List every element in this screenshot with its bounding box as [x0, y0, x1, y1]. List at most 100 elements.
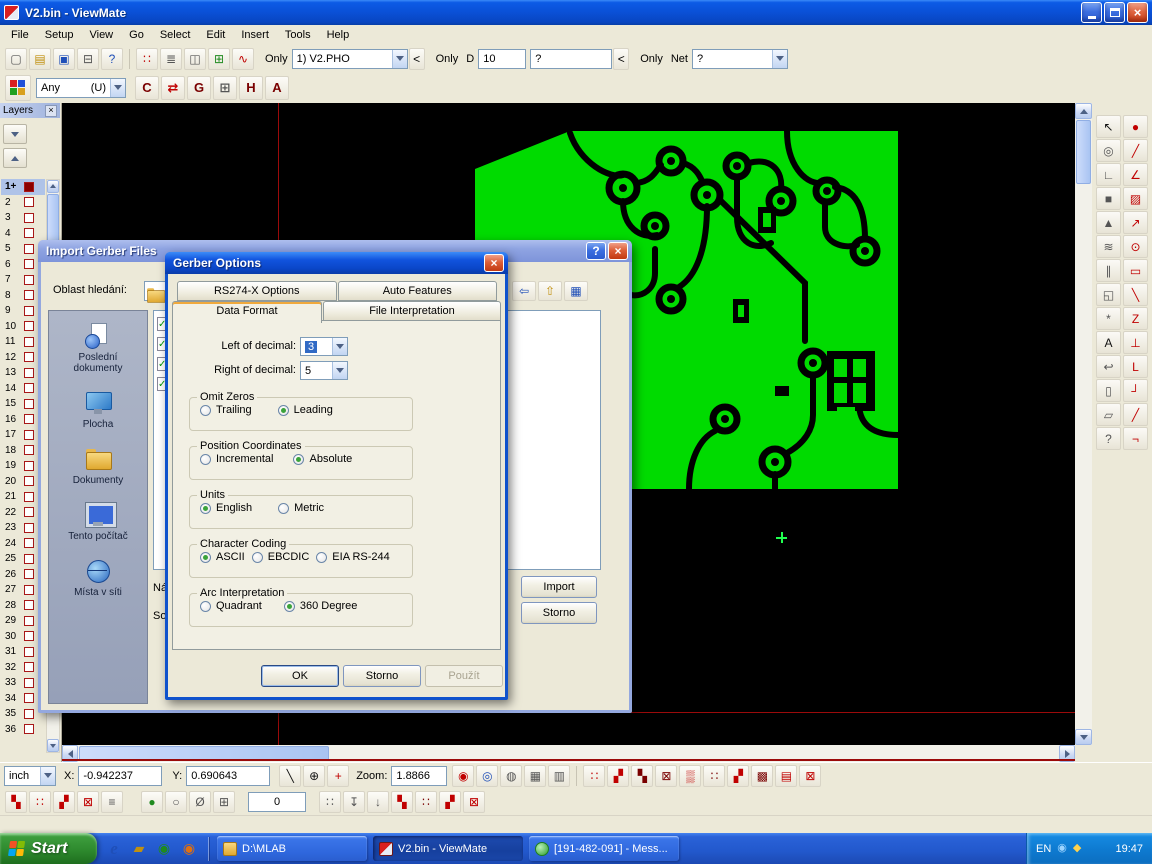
layer-color-swatch[interactable] [24, 507, 34, 517]
firefox-quick-icon[interactable]: ◉ [179, 839, 199, 859]
explorer-quick-icon[interactable]: ◉ [154, 839, 174, 859]
combo-arrow-icon[interactable] [40, 767, 55, 785]
layer-color-swatch[interactable] [24, 678, 34, 688]
layer-color-swatch[interactable] [24, 352, 34, 362]
import-dialog-close-button[interactable]: × [608, 242, 628, 260]
rect-outline-icon[interactable]: ▭ [1123, 259, 1148, 282]
layer-color-swatch[interactable] [24, 182, 34, 192]
radio-option[interactable]: EBCDIC [252, 551, 310, 563]
layers-close-icon[interactable]: × [45, 105, 57, 117]
place-item[interactable]: Tento počítač [68, 502, 127, 542]
layers-scroll-up-icon[interactable] [47, 180, 59, 193]
units-combo[interactable]: inch [4, 766, 56, 786]
grid-a-icon[interactable]: ▦ [524, 765, 546, 787]
pattern-i-icon[interactable]: ⊠ [463, 791, 485, 813]
layer-color-swatch[interactable] [24, 228, 34, 238]
layer-color-swatch[interactable] [24, 290, 34, 300]
mirror-tool-icon[interactable]: ▲ [1096, 211, 1121, 234]
menu-item[interactable]: Tools [277, 26, 319, 44]
menu-item[interactable]: File [3, 26, 37, 44]
radio-option[interactable]: 360 Degree [284, 600, 358, 612]
corner-tool-icon[interactable]: ∟ [1096, 163, 1121, 186]
draw-line-icon[interactable]: ╱ [1123, 139, 1148, 162]
corner-join-icon[interactable]: ┘ [1123, 379, 1148, 402]
layer-color-swatch[interactable] [24, 445, 34, 455]
only-dcode-toggle[interactable]: Only [436, 53, 459, 65]
new-file-icon[interactable]: ▢ [5, 48, 27, 70]
radio-option[interactable]: EIA RS-244 [316, 551, 389, 563]
perpendicular-icon[interactable]: ⊥ [1123, 331, 1148, 354]
open-box-icon[interactable]: ▯ [1096, 379, 1121, 402]
prev-layer-button[interactable]: < [409, 48, 425, 70]
zoom-field[interactable]: 1.8866 [391, 766, 447, 786]
radio-option[interactable]: ASCII [200, 551, 245, 563]
import-cancel-button[interactable]: Storno [521, 602, 597, 624]
menu-item[interactable]: Setup [37, 26, 82, 44]
hatch-square-icon[interactable]: ▨ [1123, 187, 1148, 210]
pad-pattern-7-icon[interactable]: ▞ [727, 765, 749, 787]
film-box-icon[interactable]: ◫ [184, 48, 206, 70]
pattern-h-icon[interactable]: ▞ [439, 791, 461, 813]
select-arrow-icon[interactable]: ↖ [1096, 115, 1121, 138]
layer-move-down-button[interactable] [3, 124, 27, 144]
move-arrow-icon[interactable]: ↗ [1123, 211, 1148, 234]
scroll-down-icon[interactable] [1075, 729, 1092, 745]
pad-pattern-1-icon[interactable]: ∷ [583, 765, 605, 787]
layer-color-swatch[interactable] [24, 585, 34, 595]
layer-color-swatch[interactable] [24, 647, 34, 657]
layer-color-swatch[interactable] [24, 461, 34, 471]
layers-panel-header[interactable]: Layers × [0, 103, 60, 118]
circle-outline-icon[interactable]: ○ [165, 791, 187, 813]
print-icon[interactable]: ⊟ [77, 48, 99, 70]
measure-wave-icon[interactable]: ∿ [232, 48, 254, 70]
dialog-tab[interactable]: Auto Features [338, 281, 498, 301]
origin-target-icon[interactable]: ⊕ [303, 765, 325, 787]
radio-option[interactable]: Quadrant [200, 600, 262, 612]
layer-color-swatch[interactable] [24, 430, 34, 440]
pad-pattern-3-icon[interactable]: ▚ [631, 765, 653, 787]
pad-pattern-6-icon[interactable]: ∷ [703, 765, 725, 787]
y-coordinate-field[interactable]: 0.690643 [186, 766, 270, 786]
layer-move-up-button[interactable] [3, 148, 27, 168]
ie-icon[interactable]: e [104, 839, 124, 859]
pattern-b-icon[interactable]: ∷ [29, 791, 51, 813]
table-grid-icon[interactable]: ⊞ [213, 791, 235, 813]
combo-arrow-icon[interactable] [110, 79, 125, 97]
aperture-palette-icon[interactable] [5, 75, 31, 101]
pad-pattern-8-icon[interactable]: ▩ [751, 765, 773, 787]
zoom-window-icon[interactable]: ◎ [476, 765, 498, 787]
pad-pattern-2-icon[interactable]: ▞ [607, 765, 629, 787]
highlight-icon[interactable]: ≣ [160, 48, 182, 70]
zoom-in-icon[interactable]: ◉ [452, 765, 474, 787]
layer-color-swatch[interactable] [24, 616, 34, 626]
swap-layers-icon[interactable]: ⇄ [161, 76, 185, 100]
diameter-icon[interactable]: Ø [189, 791, 211, 813]
dcode-field[interactable]: 10 [478, 49, 526, 69]
radio-option[interactable]: Leading [278, 404, 333, 416]
zoom-circles-icon[interactable]: ◎ [1096, 139, 1121, 162]
language-indicator[interactable]: EN [1036, 843, 1051, 855]
layer-color-swatch[interactable] [24, 476, 34, 486]
menu-item[interactable]: View [81, 26, 121, 44]
layer-color-swatch[interactable] [24, 321, 34, 331]
layer-color-swatch[interactable] [24, 275, 34, 285]
place-item[interactable]: Dokumenty [73, 446, 124, 486]
layers-scroll-down-icon[interactable] [47, 739, 59, 752]
layer-row[interactable]: 4 [1, 226, 45, 242]
combo-arrow-icon[interactable] [772, 50, 787, 68]
scroll-up-icon[interactable] [1075, 103, 1092, 119]
pad-pattern-9-icon[interactable]: ▤ [775, 765, 797, 787]
place-item[interactable]: Poslední dokumenty [54, 323, 142, 374]
close-button[interactable]: × [1127, 2, 1148, 23]
menu-item[interactable]: Insert [233, 26, 277, 44]
layer-color-swatch[interactable] [24, 383, 34, 393]
pad-pattern-5-icon[interactable]: ▒ [679, 765, 701, 787]
pattern-c-icon[interactable]: ▞ [53, 791, 75, 813]
only-layer-toggle[interactable]: Only [265, 53, 288, 65]
dcode-query-field[interactable]: ? [530, 49, 612, 69]
vscroll-thumb[interactable] [1076, 120, 1091, 184]
layer-color-swatch[interactable] [24, 197, 34, 207]
save-file-icon[interactable]: ▣ [53, 48, 75, 70]
layer-color-swatch[interactable] [24, 244, 34, 254]
dialog-tab[interactable]: RS274-X Options [177, 281, 337, 301]
